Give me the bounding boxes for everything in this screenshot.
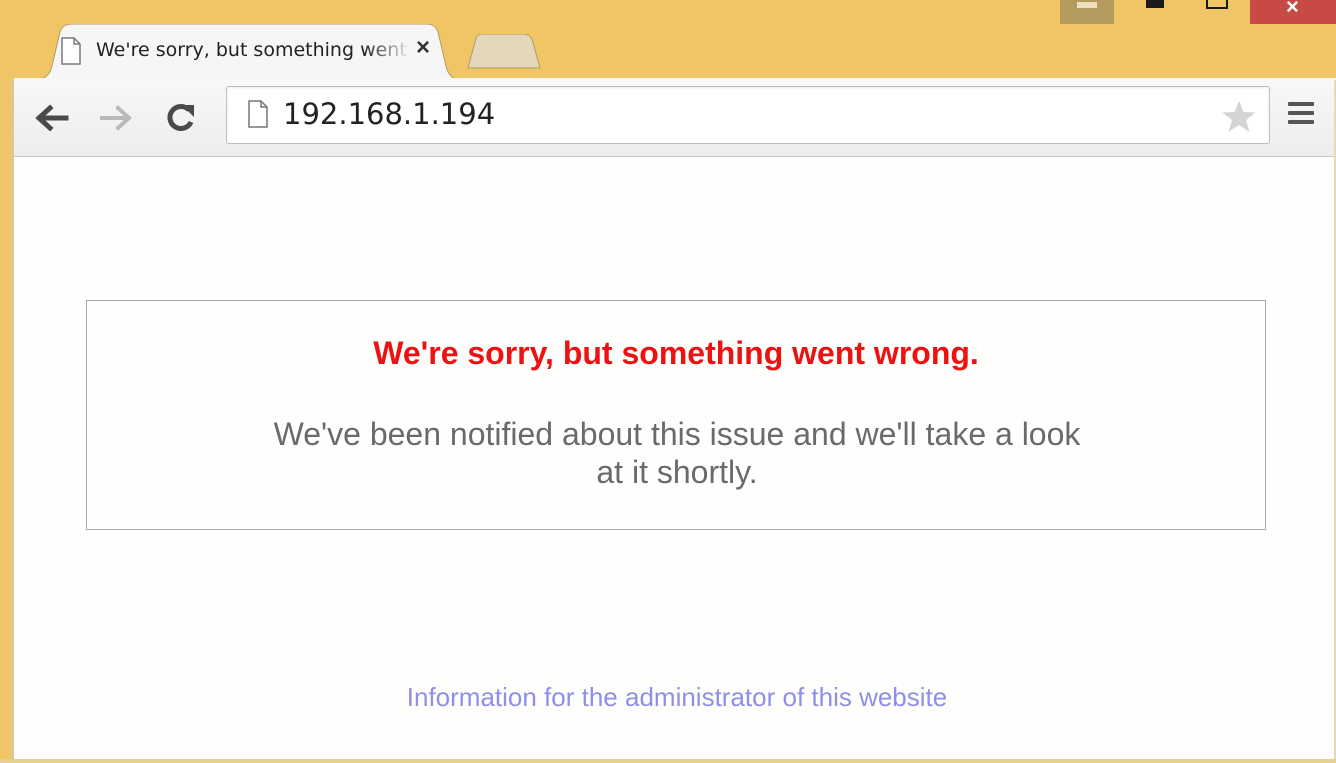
tab-title: We're sorry, but something went wrong — [96, 39, 412, 61]
admin-info-link[interactable]: Information for the administrator of thi… — [14, 682, 1336, 713]
maximize-icon — [1206, 0, 1228, 9]
menu-icon[interactable] — [1286, 100, 1318, 130]
minimize-button[interactable] — [1060, 0, 1114, 24]
url-text[interactable]: 192.168.1.194 — [283, 97, 495, 131]
minimize-icon — [1077, 2, 1097, 8]
back-arrow-icon[interactable] — [32, 98, 72, 138]
document-icon — [61, 37, 81, 65]
active-tab[interactable]: We're sorry, but something went wrong × — [32, 24, 462, 80]
page-icon — [248, 100, 268, 128]
window-frame-bottom — [0, 759, 1336, 763]
page-content: We're sorry, but something went wrong. W… — [14, 157, 1334, 759]
restore-icon — [1146, 0, 1164, 8]
star-icon[interactable] — [1221, 100, 1257, 134]
title-bar: × We're sorry, but something went wrong … — [0, 0, 1336, 80]
menu-line — [1288, 111, 1314, 115]
menu-line — [1288, 120, 1314, 124]
browser-window: × We're sorry, but something went wrong … — [0, 0, 1336, 763]
address-bar[interactable]: 192.168.1.194 — [226, 86, 1270, 144]
menu-line — [1288, 102, 1314, 106]
maximize-button[interactable] — [1202, 0, 1232, 24]
restore-button[interactable] — [1142, 0, 1170, 24]
error-heading: We're sorry, but something went wrong. — [373, 335, 979, 371]
error-message: We've been notified about this issue and… — [273, 416, 1081, 490]
browser-toolbar: 192.168.1.194 — [14, 78, 1336, 157]
window-close-icon: × — [1286, 0, 1299, 19]
forward-arrow-icon[interactable] — [96, 98, 136, 138]
new-tab-button[interactable] — [466, 34, 542, 70]
window-frame-left — [0, 80, 14, 763]
error-dialog: We're sorry, but something went wrong. W… — [86, 300, 1266, 530]
tab-close-icon[interactable]: × — [416, 34, 430, 62]
window-close-button[interactable]: × — [1250, 0, 1336, 24]
reload-icon[interactable] — [160, 98, 200, 138]
